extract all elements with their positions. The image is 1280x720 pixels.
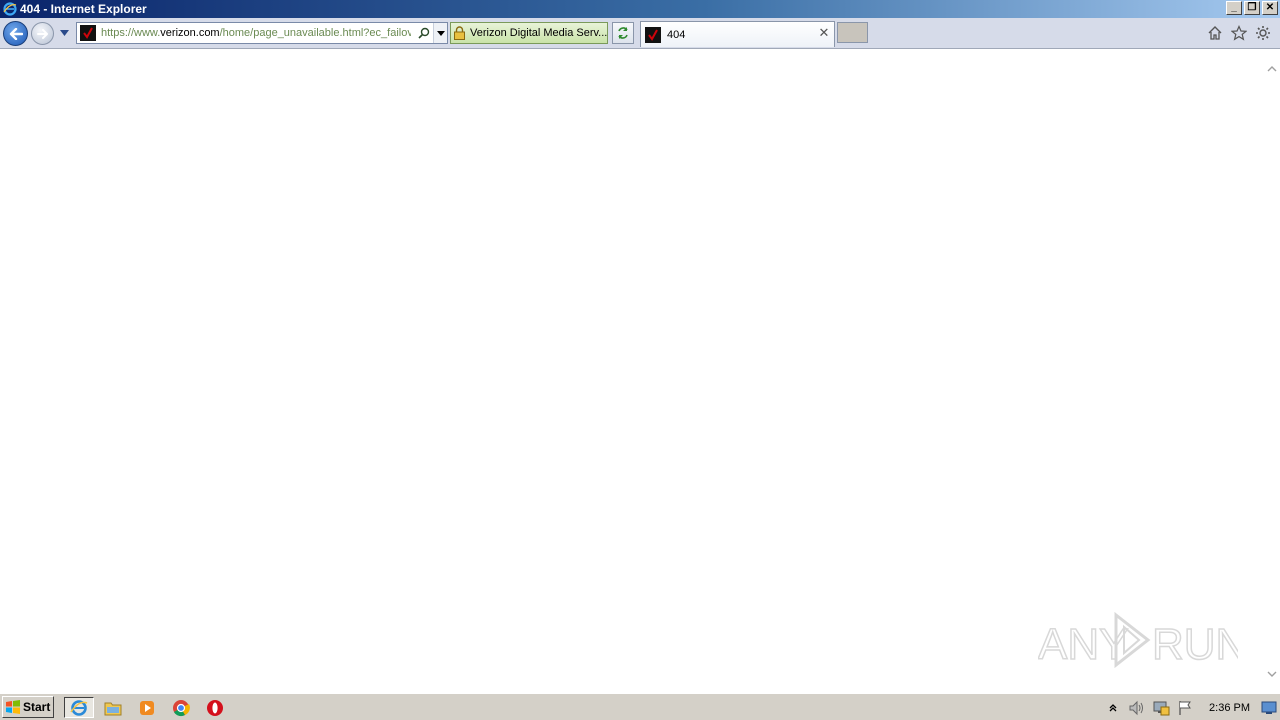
security-label: Verizon Digital Media Serv... [470, 27, 608, 39]
taskbar-file-explorer[interactable] [98, 697, 128, 718]
verizon-check-icon [80, 25, 96, 41]
star-icon[interactable] [1230, 24, 1248, 42]
navigation-bar: https://www.verizon.com/home/page_unavai… [0, 18, 1280, 49]
url-text[interactable]: https://www.verizon.com/home/page_unavai… [101, 27, 411, 39]
refresh-button[interactable] [612, 22, 634, 44]
recent-pages-dropdown[interactable] [58, 28, 70, 38]
start-button[interactable]: Start [2, 696, 54, 718]
taskbar-chrome[interactable] [166, 697, 196, 718]
taskbar: Start 2:36 PM [0, 693, 1280, 720]
lock-icon [454, 25, 465, 41]
address-bar[interactable]: https://www.verizon.com/home/page_unavai… [76, 22, 448, 44]
taskbar-media-player[interactable] [132, 697, 162, 718]
forward-arrow-icon [36, 28, 48, 39]
search-icon[interactable] [416, 25, 432, 41]
opera-icon [207, 699, 223, 716]
tab-label: 404 [667, 28, 686, 41]
minimize-button[interactable]: _ [1226, 1, 1242, 15]
chevron-down-icon [59, 30, 69, 36]
back-arrow-icon [9, 27, 23, 40]
chevron-down-icon[interactable] [1264, 666, 1280, 682]
chevron-up-icon[interactable] [1264, 61, 1280, 77]
chevron-down-icon [436, 30, 445, 36]
refresh-icon [618, 27, 628, 39]
chevron-up-icon[interactable] [1103, 698, 1123, 718]
anyrun-watermark: ANY RUN [1038, 611, 1238, 670]
ie-icon [70, 699, 88, 716]
verizon-check-icon [645, 26, 661, 43]
gear-icon[interactable] [1254, 24, 1272, 42]
window-titlebar: 404 - Internet Explorer _ ❐ ✕ [0, 0, 1280, 18]
network-icon[interactable] [1151, 698, 1171, 718]
back-button[interactable] [3, 21, 28, 46]
system-tray: 2:36 PM [1099, 696, 1280, 719]
flag-icon[interactable] [1175, 698, 1195, 718]
start-label: Start [23, 700, 51, 714]
home-icon[interactable] [1206, 24, 1224, 42]
explorer-folder-icon [104, 702, 122, 715]
vertical-scrollbar[interactable] [1264, 49, 1280, 692]
speaker-icon[interactable] [1127, 698, 1147, 718]
window-title: 404 - Internet Explorer [20, 2, 147, 16]
taskbar-opera[interactable] [200, 697, 230, 718]
svg-text:RUN: RUN [1152, 620, 1238, 669]
media-player-icon [140, 700, 154, 715]
close-window-button[interactable]: ✕ [1262, 1, 1278, 15]
taskbar-internet-explorer[interactable] [64, 697, 94, 718]
close-tab-icon[interactable]: ✕ [817, 25, 831, 40]
page-content[interactable] [0, 49, 1264, 692]
clock[interactable]: 2:36 PM [1209, 702, 1250, 714]
tab-404[interactable]: 404 ✕ [640, 21, 835, 47]
restore-button[interactable]: ❐ [1244, 1, 1260, 15]
show-desktop-icon[interactable] [1260, 699, 1278, 717]
ie-icon [2, 1, 18, 17]
windows-logo-icon [6, 700, 20, 714]
security-report-button[interactable]: Verizon Digital Media Serv... [450, 22, 608, 44]
forward-button[interactable] [31, 22, 54, 45]
new-tab-button[interactable] [837, 22, 868, 43]
address-dropdown-button[interactable] [433, 23, 447, 43]
chrome-icon [173, 699, 190, 716]
